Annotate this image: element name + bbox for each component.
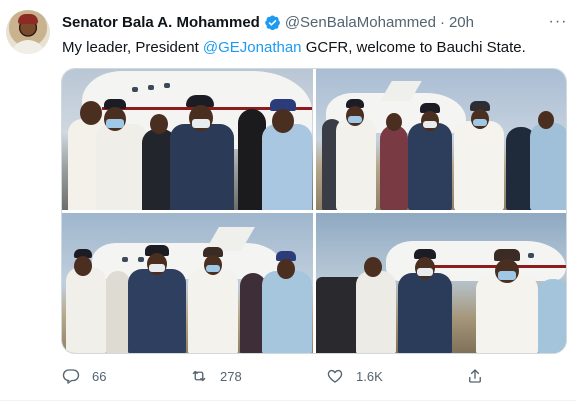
avatar-cap — [18, 14, 38, 24]
verified-badge-icon — [265, 14, 280, 30]
person — [530, 123, 566, 210]
share-icon — [469, 369, 481, 383]
aircraft-window — [122, 257, 128, 262]
media-grid — [61, 68, 567, 354]
retweet-icon — [192, 370, 206, 382]
person — [262, 124, 312, 210]
more-label: ··· — [548, 13, 568, 30]
tweet-text: My leader, President @GEJonathan GCFR, w… — [62, 38, 562, 58]
retweet-button[interactable]: 278 — [190, 364, 242, 388]
aircraft-window — [148, 85, 154, 90]
aircraft-window — [164, 83, 170, 88]
share-button[interactable] — [466, 364, 484, 388]
face-mask — [348, 116, 362, 123]
author-name[interactable]: Senator Bala A. Mohammed — [62, 14, 260, 31]
face-mask — [473, 119, 487, 126]
face-mask — [423, 121, 437, 128]
person — [408, 123, 452, 210]
separator-dot: · — [439, 13, 445, 31]
person — [538, 279, 566, 353]
reply-button[interactable]: 66 — [62, 364, 106, 388]
tweet-text-before: My leader, President — [62, 39, 203, 56]
person — [476, 275, 538, 353]
person — [66, 267, 106, 353]
person-head — [272, 109, 294, 133]
face-mask — [417, 268, 433, 276]
person-head — [386, 113, 402, 131]
person — [128, 269, 186, 353]
aircraft-window — [138, 257, 144, 262]
person — [170, 124, 234, 210]
photo-1[interactable] — [62, 69, 313, 210]
face-mask — [106, 119, 124, 128]
like-icon — [327, 369, 343, 383]
person — [356, 271, 396, 353]
person-head — [74, 256, 92, 276]
reply-icon — [62, 369, 80, 384]
person-head — [80, 101, 102, 125]
person — [398, 273, 452, 353]
person — [106, 271, 130, 353]
timestamp[interactable]: 20h — [449, 14, 474, 31]
person-head — [150, 114, 168, 134]
action-bar: 66 278 1.6K — [62, 364, 532, 388]
photo-4[interactable] — [316, 213, 566, 353]
person-head — [277, 259, 295, 279]
tweet-header: Senator Bala A. Mohammed @SenBalaMohamme… — [62, 12, 532, 32]
person — [96, 124, 148, 210]
tweet-card[interactable]: Senator Bala A. Mohammed @SenBalaMohamme… — [0, 0, 576, 401]
reply-count: 66 — [92, 368, 107, 384]
person — [336, 117, 376, 210]
face-mask — [192, 119, 210, 128]
avatar-robe — [10, 40, 46, 54]
face-mask — [206, 265, 220, 272]
person-head — [364, 257, 382, 277]
person-head — [538, 111, 554, 129]
avatar[interactable] — [6, 10, 50, 54]
aircraft-window — [132, 87, 138, 92]
person — [380, 125, 408, 210]
person — [188, 269, 238, 353]
like-count: 1.6K — [356, 368, 383, 384]
photo-3[interactable] — [62, 213, 313, 353]
retweet-count: 278 — [220, 368, 242, 384]
tweet-text-after: GCFR, welcome to Bauchi State. — [301, 39, 526, 56]
like-button[interactable]: 1.6K — [326, 364, 383, 388]
face-mask — [498, 271, 516, 280]
author-handle[interactable]: @SenBalaMohammed — [285, 14, 436, 31]
photo-2[interactable] — [316, 69, 566, 210]
more-icon[interactable]: ··· — [548, 12, 568, 32]
person — [454, 121, 504, 210]
mention-link[interactable]: @GEJonathan — [203, 39, 302, 56]
person — [262, 271, 312, 353]
face-mask — [149, 264, 165, 272]
aircraft-window — [528, 253, 534, 258]
